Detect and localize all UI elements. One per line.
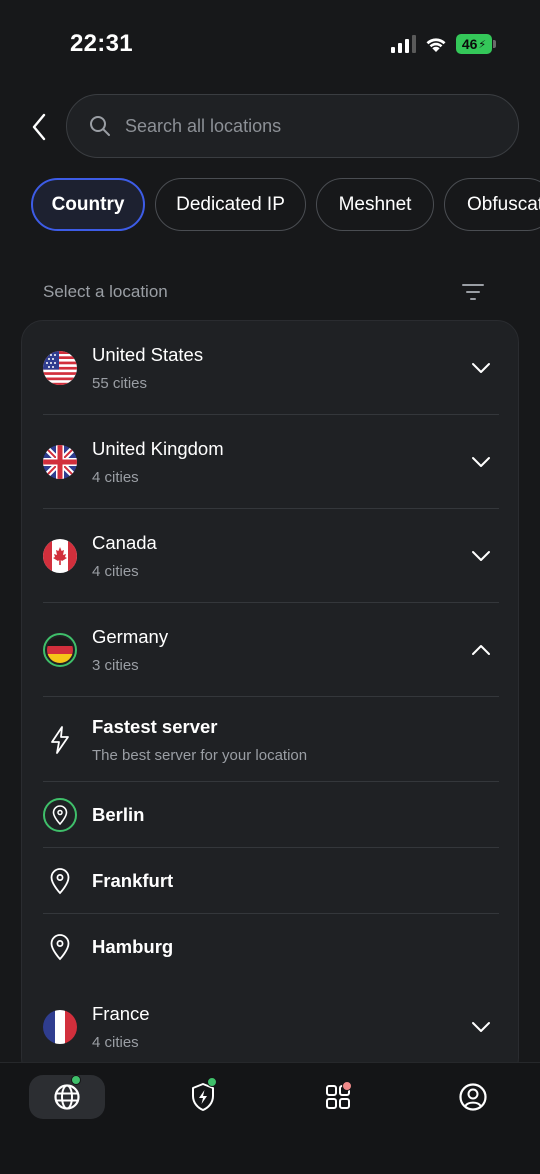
city-count: 4 cities <box>92 1034 139 1051</box>
country-row-united-states[interactable]: United States 55 cities <box>43 321 499 415</box>
location-pin-icon <box>43 864 77 898</box>
nav-apps[interactable] <box>300 1075 376 1119</box>
country-info: United States 55 cities <box>92 344 203 392</box>
country-row-united-kingdom[interactable]: United Kingdom 4 cities <box>43 415 499 509</box>
city-info: Berlin <box>92 804 144 826</box>
city-name: Berlin <box>92 804 145 825</box>
fastest-server-title: Fastest server <box>92 715 218 737</box>
france-flag-icon <box>43 1010 77 1044</box>
city-row-frankfurt[interactable]: Frankfurt <box>43 848 499 914</box>
country-name: Germany <box>92 626 169 647</box>
chevron-down-icon[interactable] <box>471 1019 491 1035</box>
filter-icon[interactable] <box>460 281 486 303</box>
location-pin-icon <box>52 805 68 826</box>
globe-icon <box>54 1084 80 1110</box>
search-bar[interactable] <box>66 94 519 158</box>
search-input[interactable] <box>125 115 465 137</box>
germany-flag-icon <box>47 637 73 663</box>
bottom-navigation <box>0 1062 540 1174</box>
location-pin-icon <box>43 930 77 964</box>
profile-icon <box>459 1083 487 1111</box>
notification-dot <box>342 1081 352 1091</box>
country-info: Canada 4 cities <box>92 532 157 580</box>
country-info: United Kingdom 4 cities <box>92 438 224 486</box>
city-row-berlin[interactable]: Berlin <box>43 782 499 848</box>
chevron-down-icon[interactable] <box>471 548 491 564</box>
lightning-icon <box>43 723 77 757</box>
connected-ring <box>43 633 77 667</box>
city-name: Hamburg <box>92 936 174 957</box>
status-bar: 22:31 46 ⚡ <box>0 0 540 88</box>
city-info: Frankfurt <box>92 870 173 892</box>
city-count: 4 cities <box>92 563 139 580</box>
fastest-server-subtitle: The best server for your location <box>92 746 308 764</box>
city-count: 3 cities <box>92 657 139 674</box>
tab-obfuscated[interactable]: Obfuscat <box>444 178 540 231</box>
fastest-server-row[interactable]: Fastest server The best server for your … <box>43 697 499 782</box>
tab-country[interactable]: Country <box>31 178 145 231</box>
country-name: United Kingdom <box>92 438 224 459</box>
battery-indicator: 46 ⚡ <box>456 34 496 54</box>
nav-protection[interactable] <box>165 1075 241 1119</box>
uk-flag-icon <box>43 445 77 479</box>
city-name: Frankfurt <box>92 870 174 891</box>
cellular-signal-icon <box>391 35 416 53</box>
nav-locations[interactable] <box>29 1075 105 1119</box>
city-info: Hamburg <box>92 936 173 958</box>
country-name: United States <box>92 344 204 365</box>
back-button[interactable] <box>22 108 56 146</box>
status-time: 22:31 <box>70 30 133 57</box>
country-info: France 4 cities <box>92 1003 150 1051</box>
us-flag-icon <box>43 351 77 385</box>
status-dot <box>71 1075 81 1085</box>
tab-dedicated-ip[interactable]: Dedicated IP <box>155 178 306 231</box>
fastest-server-info: Fastest server The best server for your … <box>92 716 307 764</box>
city-count: 4 cities <box>92 469 139 486</box>
chevron-left-icon <box>32 113 46 141</box>
country-info: Germany 3 cities <box>92 626 168 674</box>
country-name: Canada <box>92 532 157 553</box>
location-list: United States 55 cities United Kingdom 4… <box>21 320 519 1080</box>
category-tabs: Country Dedicated IP Meshnet Obfuscat <box>31 178 540 231</box>
chevron-down-icon[interactable] <box>471 360 491 376</box>
city-count: 55 cities <box>92 375 148 392</box>
wifi-icon <box>426 38 446 52</box>
connected-ring <box>43 798 77 832</box>
country-name: France <box>92 1003 150 1024</box>
chevron-down-icon[interactable] <box>471 454 491 470</box>
city-row-hamburg[interactable]: Hamburg <box>43 914 499 980</box>
search-icon <box>90 116 110 136</box>
tab-meshnet[interactable]: Meshnet <box>316 178 434 231</box>
section-title: Select a location <box>43 282 168 301</box>
country-row-france[interactable]: France 4 cities <box>43 980 499 1074</box>
country-row-germany[interactable]: Germany 3 cities <box>43 603 499 697</box>
nav-profile[interactable] <box>435 1075 511 1119</box>
country-row-canada[interactable]: Canada 4 cities <box>43 509 499 603</box>
canada-flag-icon <box>43 539 77 573</box>
chevron-up-icon[interactable] <box>471 642 491 658</box>
status-icons: 46 ⚡ <box>391 34 496 54</box>
battery-level: 46 <box>461 36 478 52</box>
status-dot <box>207 1077 217 1087</box>
